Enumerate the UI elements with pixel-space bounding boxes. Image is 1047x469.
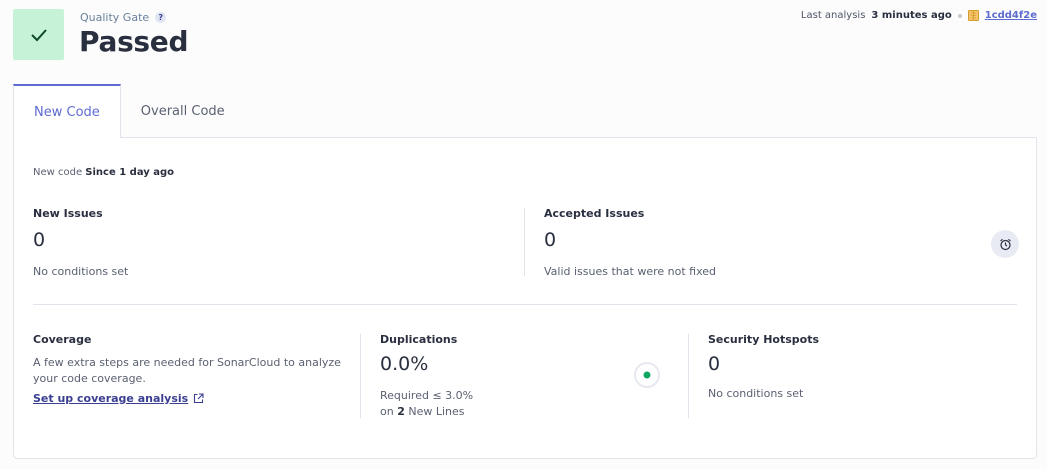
coverage-card: Coverage A few extra steps are needed fo… — [33, 333, 343, 406]
coverage-title: Coverage — [33, 333, 92, 346]
quality-gate-status: Passed — [79, 25, 189, 58]
code-tabs: New Code Overall Code — [13, 84, 245, 138]
tab-new-code[interactable]: New Code — [13, 84, 121, 138]
section-divider — [33, 304, 1017, 305]
alarm-clock-icon[interactable] — [991, 230, 1019, 258]
quality-gate-status-badge — [13, 9, 64, 60]
new-issues-conditions: No conditions set — [33, 265, 129, 278]
new-lines-count[interactable]: 2 — [397, 405, 405, 418]
last-analysis-info: Last analysis 3 minutes ago 1cdd4f2e — [800, 10, 1037, 21]
duplications-title: Duplications — [380, 333, 458, 346]
tab-overall-code[interactable]: Overall Code — [121, 84, 245, 138]
duplications-requirement: Required ≤ 3.0% on 2 New Lines — [380, 389, 474, 418]
accepted-issues-description: Valid issues that were not fixed — [544, 265, 716, 278]
help-icon[interactable]: ? — [155, 12, 167, 23]
new-issues-card[interactable]: New Issues 0 No conditions set — [33, 207, 128, 278]
separator-dot — [957, 13, 962, 18]
duplications-card[interactable]: Duplications 0.0% Required ≤ 3.0% on 2 N… — [380, 333, 473, 420]
security-hotspots-title: Security Hotspots — [708, 333, 819, 346]
last-analysis-time: 3 minutes ago — [871, 10, 952, 21]
duplications-indicator-icon — [634, 362, 660, 388]
duplications-value[interactable]: 0.0% — [380, 353, 473, 375]
coverage-description: A few extra steps are needed for SonarCl… — [33, 356, 341, 385]
commit-icon — [967, 10, 979, 21]
accepted-issues-card[interactable]: Accepted Issues 0 Valid issues that were… — [544, 207, 716, 278]
new-code-period: New code Since 1 day ago — [33, 167, 175, 178]
security-hotspots-conditions: No conditions set — [708, 387, 804, 400]
divider — [360, 334, 361, 418]
new-issues-value[interactable]: 0 — [33, 229, 45, 251]
commit-link[interactable]: 1cdd4f2e — [985, 10, 1037, 21]
accepted-issues-value[interactable]: 0 — [544, 229, 556, 251]
divider — [524, 208, 525, 276]
new-issues-title: New Issues — [33, 207, 103, 220]
security-hotspots-value[interactable]: 0 — [708, 353, 819, 375]
accepted-issues-title: Accepted Issues — [544, 207, 645, 220]
external-link-icon — [194, 393, 204, 404]
security-hotspots-card[interactable]: Security Hotspots 0 No conditions set — [708, 333, 819, 400]
setup-coverage-link[interactable]: Set up coverage analysis — [33, 392, 204, 405]
quality-gate-label: Quality Gate ? — [80, 11, 167, 24]
new-code-panel: New code Since 1 day ago New Issues 0 No… — [13, 137, 1037, 459]
divider — [688, 334, 689, 418]
check-icon — [30, 28, 47, 41]
